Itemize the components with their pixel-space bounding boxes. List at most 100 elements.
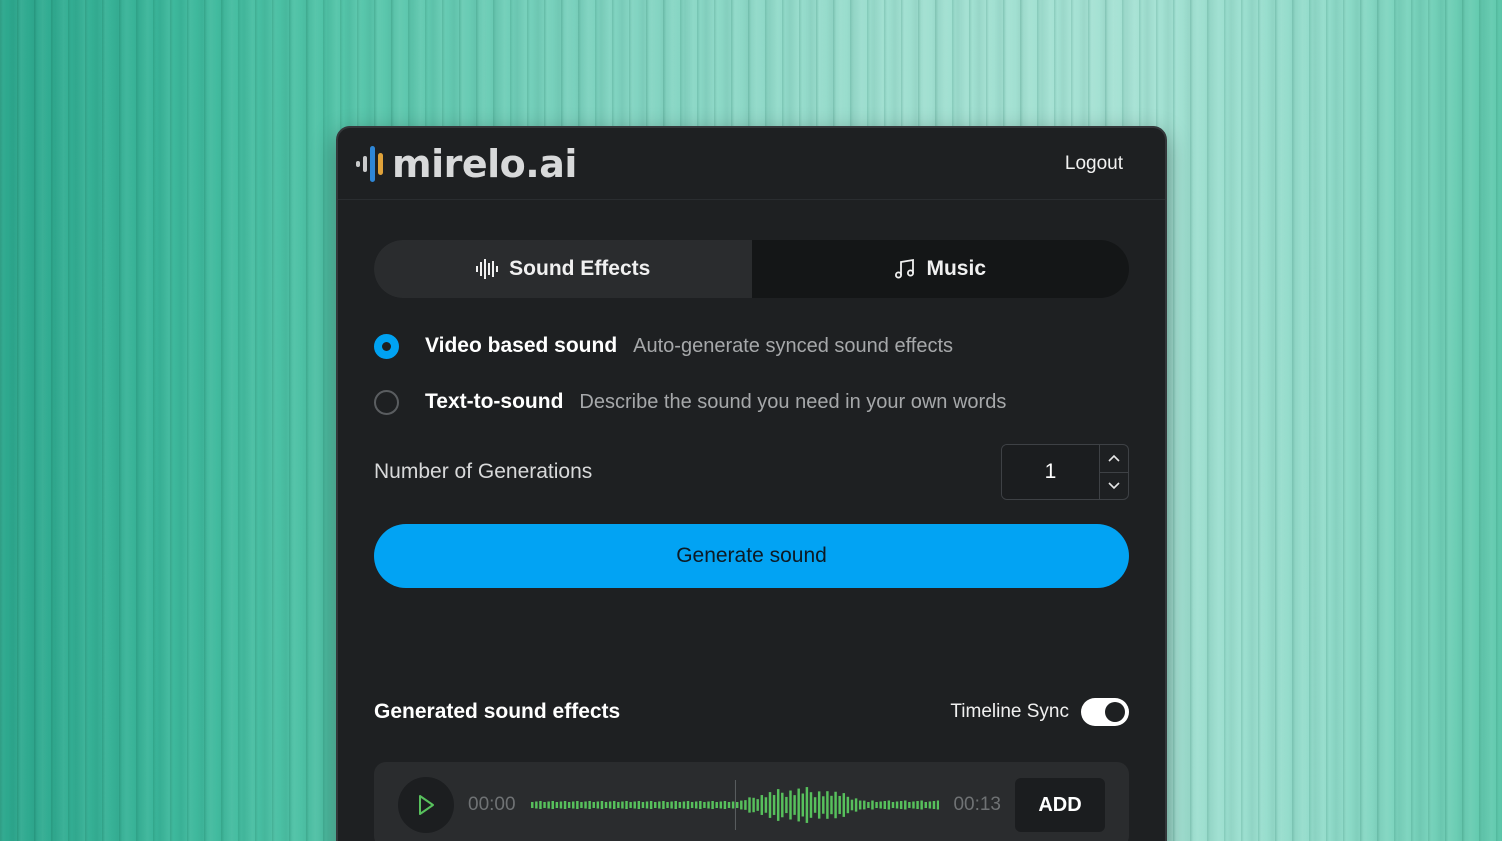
- waveform-icon: [476, 259, 499, 279]
- waveform-bar: [907, 802, 911, 808]
- top-bar: mirelo.ai Logout: [338, 128, 1165, 200]
- waveform-bar: [936, 800, 939, 810]
- waveform-bar: [817, 791, 820, 819]
- chevron-up-icon: [1108, 455, 1120, 462]
- tab-music[interactable]: Music: [752, 240, 1130, 298]
- generations-value[interactable]: 1: [1002, 445, 1100, 499]
- waveform-bar: [792, 795, 796, 815]
- option-description: Auto-generate synced sound effects: [633, 334, 953, 357]
- waveform-bar: [633, 801, 636, 809]
- waveform-bar: [870, 800, 874, 810]
- waveform-bar: [604, 802, 607, 808]
- duration: 00:13: [953, 794, 1001, 815]
- waveform-bar: [862, 800, 866, 810]
- waveform-bar: [563, 801, 566, 809]
- waveform-bar: [567, 802, 570, 808]
- waveform-bar: [715, 802, 718, 808]
- results-header: Generated sound effects Timeline Sync: [374, 698, 1129, 726]
- waveform-bar: [583, 801, 587, 809]
- play-button[interactable]: [398, 777, 454, 833]
- waveform-bar: [727, 802, 730, 808]
- waveform-bar: [575, 801, 579, 809]
- add-button[interactable]: ADD: [1015, 778, 1105, 832]
- waveform-bar: [768, 792, 771, 818]
- waveform-bar: [772, 795, 775, 815]
- waveform-bar: [874, 802, 878, 808]
- waveform-bar: [784, 796, 788, 814]
- playhead: [734, 780, 736, 830]
- logo-mark-icon: [356, 145, 383, 182]
- waveform-bar: [665, 802, 669, 808]
- waveform-bar: [624, 801, 628, 809]
- radio-video-based[interactable]: [374, 333, 399, 359]
- mode-option-text[interactable]: Text-to-sound Describe the sound you nee…: [374, 389, 1129, 415]
- generate-sound-button[interactable]: Generate sound: [374, 524, 1129, 588]
- toggle-knob: [1105, 702, 1125, 722]
- waveform-bar: [850, 799, 853, 811]
- waveform-bar: [903, 800, 907, 810]
- option-label: Text-to-sound: [425, 390, 564, 413]
- waveform-bar: [698, 801, 702, 809]
- app-window: mirelo.ai Logout Sound Effects Music Vid…: [336, 126, 1167, 841]
- waveform-bar: [858, 800, 861, 810]
- waveform-bar: [571, 801, 575, 809]
- waveform-bar: [579, 802, 583, 808]
- waveform-bar: [829, 795, 833, 815]
- waveform-bar: [596, 801, 599, 809]
- mode-option-video[interactable]: Video based sound Auto-generate synced s…: [374, 333, 1129, 359]
- waveform-bar: [600, 801, 603, 809]
- waveform-bar: [866, 802, 870, 808]
- waveform-bar: [891, 802, 894, 808]
- play-icon: [419, 795, 434, 815]
- stepper-buttons: [1100, 445, 1128, 499]
- waveform-bar: [546, 801, 550, 809]
- waveform-bar: [932, 801, 935, 809]
- generations-stepper[interactable]: 1: [1001, 444, 1129, 500]
- waveform-bar: [895, 801, 898, 809]
- waveform-bar: [821, 796, 825, 814]
- waveform-bar: [628, 802, 632, 808]
- waveform-bar: [649, 801, 652, 809]
- waveform-bar: [645, 801, 648, 809]
- waveform-bar: [559, 801, 562, 809]
- timeline-sync-toggle[interactable]: [1081, 698, 1129, 726]
- waveform-bar: [833, 791, 837, 819]
- logout-link[interactable]: Logout: [1065, 153, 1123, 175]
- waveform-bar: [846, 796, 849, 814]
- waveform-bar: [587, 801, 591, 809]
- waveform-bar: [731, 801, 734, 809]
- sound-result-player: 00:00 00:13 ADD: [374, 762, 1129, 841]
- waveform-bar: [743, 800, 747, 810]
- brand-name: mirelo.ai: [392, 141, 577, 186]
- waveform-bar: [813, 797, 816, 813]
- current-time: 00:00: [468, 794, 516, 815]
- waveform-bar: [899, 801, 902, 809]
- waveform-bar: [710, 801, 714, 809]
- radio-text-to-sound[interactable]: [374, 389, 399, 415]
- increment-button[interactable]: [1100, 445, 1128, 472]
- waveform-bar: [735, 802, 738, 808]
- waveform-bar: [653, 802, 657, 808]
- results-title: Generated sound effects: [374, 700, 621, 723]
- waveform-bar: [924, 802, 927, 808]
- waveform-bar: [530, 802, 534, 808]
- tab-sound-effects[interactable]: Sound Effects: [374, 240, 752, 298]
- waveform-bar: [878, 801, 882, 809]
- waveform-bar: [788, 790, 792, 820]
- generations-row: Number of Generations 1: [374, 444, 1129, 500]
- waveform-bar: [538, 801, 542, 809]
- waveform-bar: [842, 793, 845, 817]
- option-description: Describe the sound you need in your own …: [579, 390, 1007, 413]
- waveform-bar: [805, 787, 808, 823]
- timeline-sync-label: Timeline Sync: [950, 701, 1069, 722]
- decrement-button[interactable]: [1100, 471, 1128, 500]
- option-label: Video based sound: [425, 334, 618, 357]
- waveform-bar: [780, 792, 784, 818]
- waveform-bar: [637, 801, 640, 809]
- generations-label: Number of Generations: [374, 460, 593, 483]
- waveform-bar: [723, 801, 726, 809]
- waveform-bar: [641, 802, 644, 808]
- waveform-bar: [928, 801, 931, 809]
- waveform-bar: [674, 801, 677, 809]
- waveform-scrubber[interactable]: [530, 780, 940, 830]
